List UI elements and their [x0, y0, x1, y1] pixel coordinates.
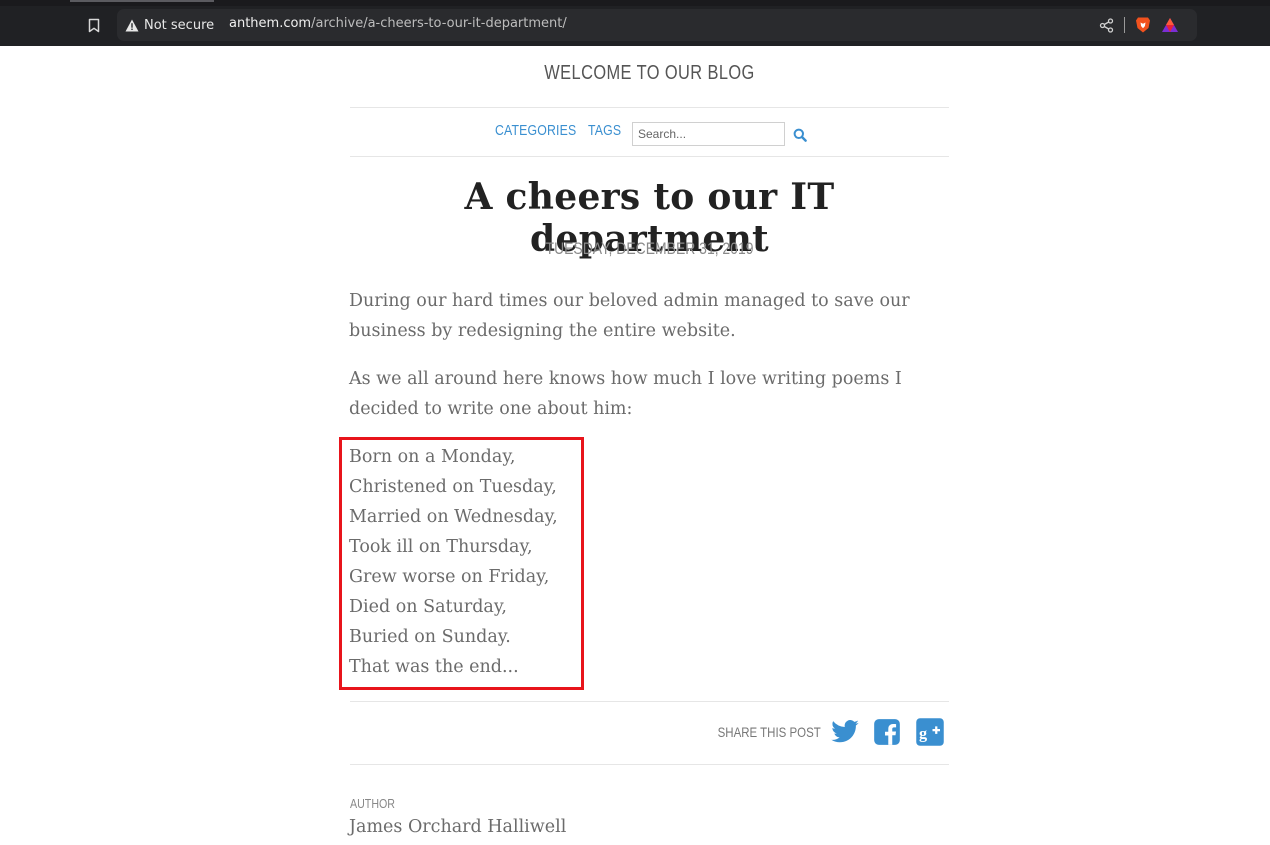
author-name: James Orchard Halliwell — [349, 817, 567, 837]
address-bar[interactable]: Not secure anthem.com/archive/a-cheers-t… — [117, 9, 1197, 41]
url-text[interactable]: anthem.com/archive/a-cheers-to-our-it-de… — [229, 16, 567, 31]
blog-nav: CATEGORIES TAGS — [350, 107, 949, 157]
author-label: AUTHOR — [350, 796, 396, 811]
security-indicator[interactable]: Not secure — [125, 17, 214, 33]
warning-icon — [125, 19, 139, 31]
poem-highlight-box — [339, 437, 584, 690]
nav-categories-link[interactable]: CATEGORIES — [495, 122, 576, 139]
share-page-icon[interactable] — [1099, 17, 1114, 33]
share-label: SHARE THIS POST — [717, 724, 821, 740]
url-host: anthem.com — [229, 16, 312, 31]
tab-strip — [0, 0, 1270, 6]
search-icon[interactable] — [793, 127, 809, 143]
post-date: TUESDAY, DECEMBER 31, 2019 — [545, 239, 754, 258]
nav-tags-link[interactable]: TAGS — [588, 122, 621, 139]
post-paragraph: As we all around here knows how much I l… — [349, 369, 902, 419]
brave-rewards-icon[interactable] — [1161, 17, 1179, 33]
facebook-icon[interactable] — [873, 718, 903, 748]
search-input[interactable] — [632, 122, 785, 146]
google-plus-icon[interactable]: g — [915, 717, 945, 747]
bookmark-icon[interactable] — [82, 14, 106, 36]
blog-title: WELCOME TO OUR BLOG — [544, 62, 755, 84]
twitter-icon[interactable] — [830, 717, 860, 747]
url-path: /archive/a-cheers-to-our-it-department/ — [311, 16, 567, 31]
share-bar: SHARE THIS POST g — [350, 701, 949, 765]
address-separator — [1124, 17, 1125, 33]
brave-shields-icon[interactable] — [1135, 16, 1151, 34]
active-tab-indicator[interactable] — [70, 0, 214, 2]
security-label: Not secure — [144, 17, 215, 33]
svg-text:g: g — [919, 724, 927, 742]
browser-toolbar: Not secure anthem.com/archive/a-cheers-t… — [0, 0, 1270, 46]
post-paragraph: During our hard times our beloved admin … — [349, 291, 910, 341]
